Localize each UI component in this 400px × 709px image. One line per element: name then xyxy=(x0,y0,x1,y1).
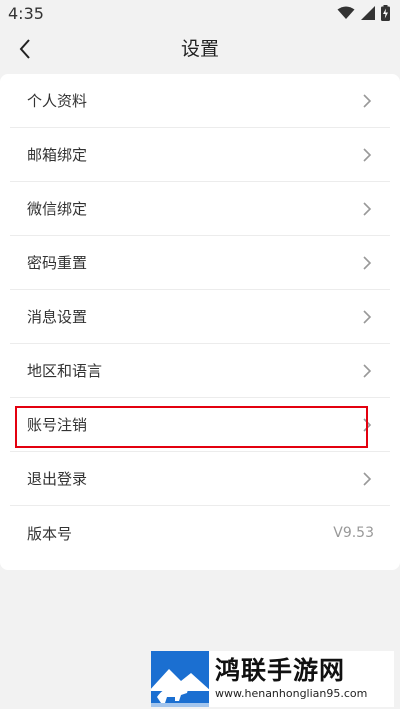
settings-item-notifications[interactable]: 消息设置 xyxy=(10,290,390,344)
version-value: V9.53 xyxy=(333,525,374,541)
cellular-signal-icon xyxy=(361,6,375,20)
battery-charging-icon xyxy=(381,5,390,21)
watermark-url: www.henanhonglian95.com xyxy=(215,687,368,700)
settings-item-password-reset[interactable]: 密码重置 xyxy=(10,236,390,290)
settings-item-label: 微信绑定 xyxy=(27,200,88,218)
settings-item-version: 版本号 V9.53 xyxy=(10,506,390,560)
back-button[interactable] xyxy=(10,34,40,64)
settings-item-label: 密码重置 xyxy=(27,254,88,272)
title-bar: 设置 xyxy=(0,26,400,72)
status-icons xyxy=(337,5,390,21)
settings-list: 个人资料 邮箱绑定 微信绑定 密码重置 消息设置 地区和语言 账号注销 退出登录… xyxy=(0,74,400,570)
watermark-title: 鸿联手游网 xyxy=(215,656,346,685)
status-time: 4:35 xyxy=(8,3,44,23)
page-title: 设置 xyxy=(180,38,219,60)
settings-item-profile[interactable]: 个人资料 xyxy=(10,74,390,128)
settings-item-label: 地区和语言 xyxy=(27,362,103,380)
watermark-text: 鸿联手游网 www.henanhonglian95.com xyxy=(215,656,367,702)
settings-item-label: 消息设置 xyxy=(27,308,88,326)
settings-item-delete-account[interactable]: 账号注销 xyxy=(10,398,390,452)
settings-item-wechat-binding[interactable]: 微信绑定 xyxy=(10,182,390,236)
chevron-right-icon xyxy=(362,255,372,271)
settings-item-label: 版本号 xyxy=(27,524,73,543)
chevron-right-icon xyxy=(362,147,372,163)
settings-item-email-binding[interactable]: 邮箱绑定 xyxy=(10,128,390,182)
chevron-right-icon xyxy=(362,471,372,487)
settings-item-label: 账号注销 xyxy=(27,416,88,434)
chevron-right-icon xyxy=(362,309,372,325)
chevron-left-icon xyxy=(19,39,30,59)
wifi-icon xyxy=(337,6,355,19)
chevron-right-icon xyxy=(362,201,372,217)
chevron-right-icon xyxy=(362,93,372,109)
status-bar: 4:35 xyxy=(0,0,400,26)
watermark-logo xyxy=(151,651,209,707)
settings-item-label: 个人资料 xyxy=(27,92,88,110)
settings-item-region-language[interactable]: 地区和语言 xyxy=(10,344,390,398)
settings-item-logout[interactable]: 退出登录 xyxy=(10,452,390,506)
settings-item-label: 退出登录 xyxy=(27,470,88,488)
settings-item-label: 邮箱绑定 xyxy=(27,146,88,164)
watermark: 鸿联手游网 www.henanhonglian95.com xyxy=(151,651,394,707)
chevron-right-icon xyxy=(362,363,372,379)
chevron-right-icon xyxy=(362,417,372,433)
